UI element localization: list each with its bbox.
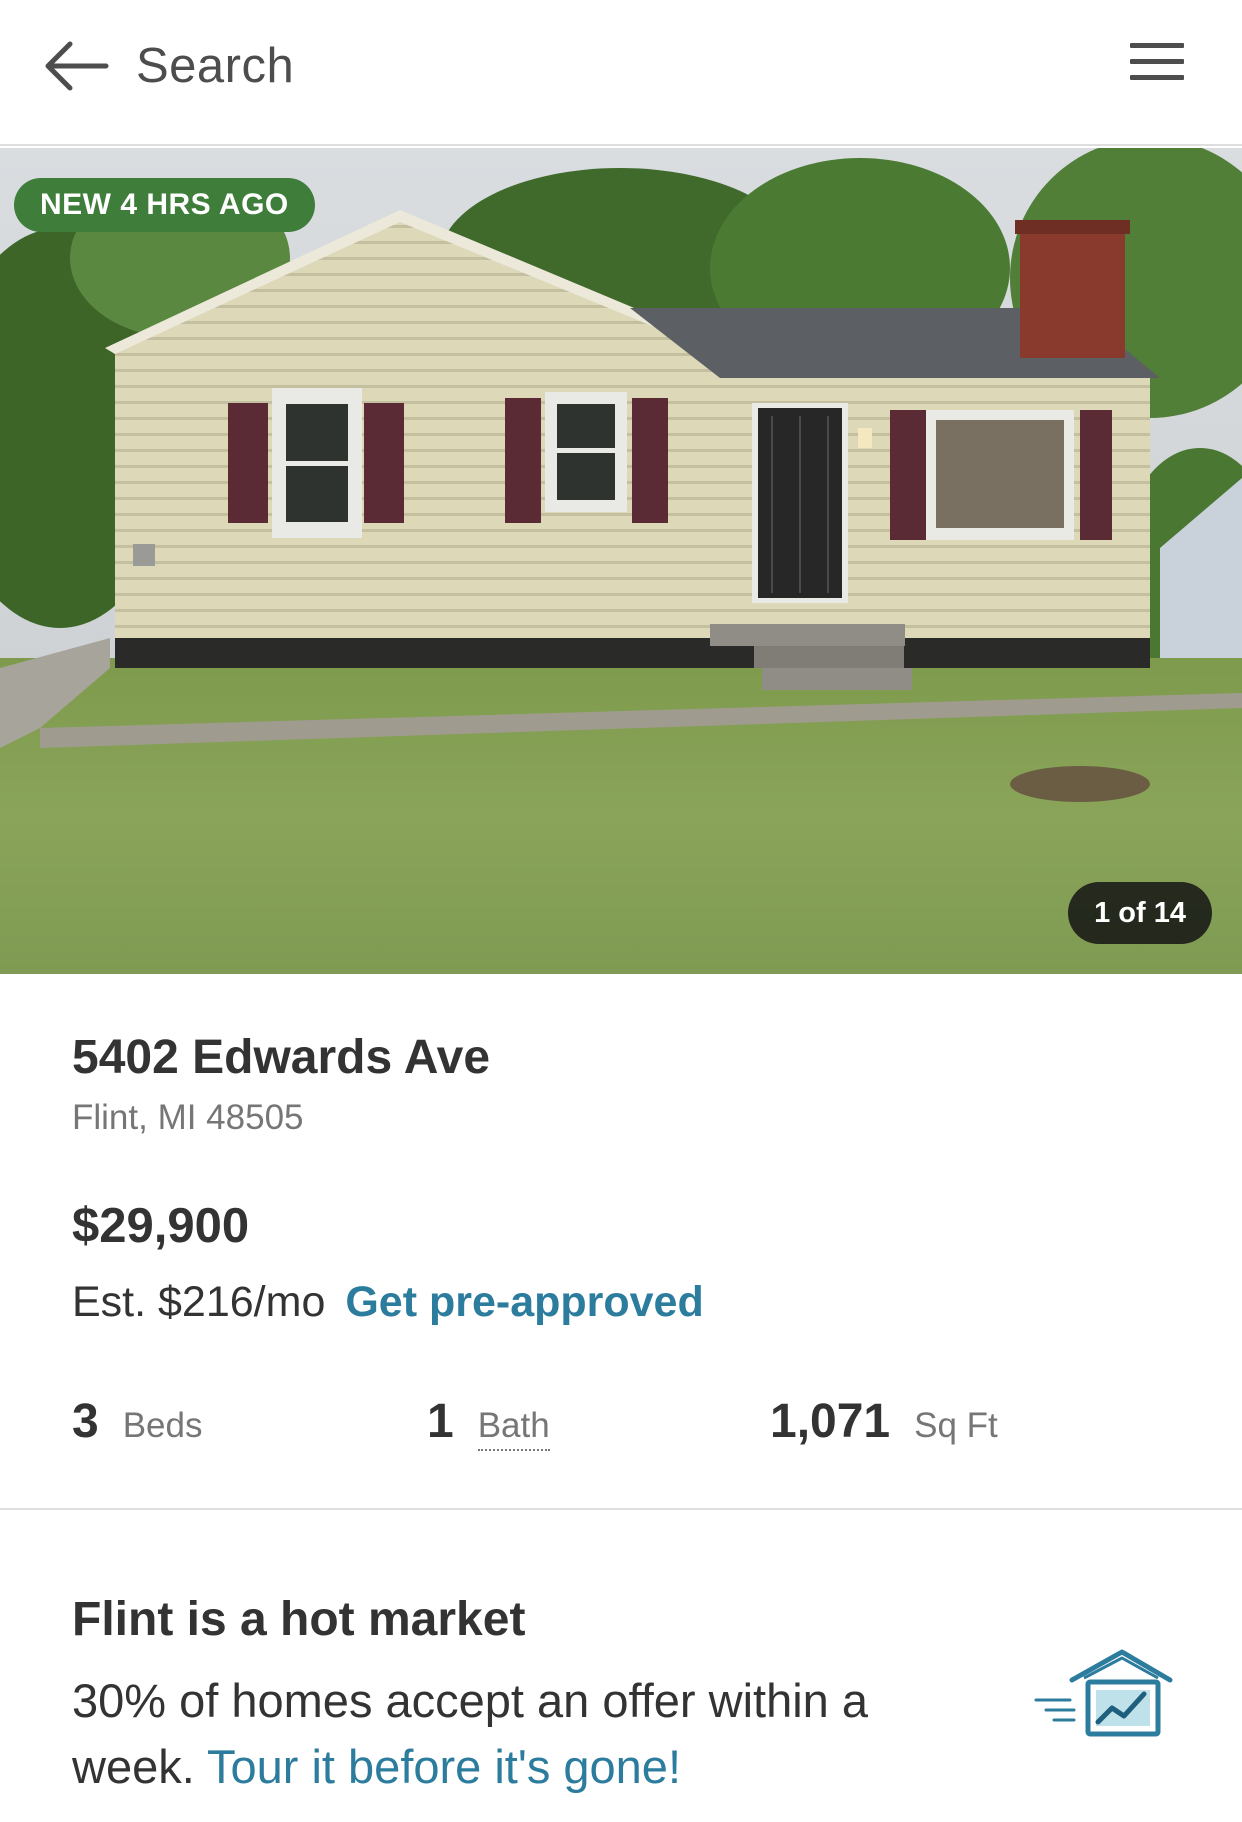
house-trend-icon	[1034, 1648, 1174, 1740]
beds-value: 3	[72, 1395, 99, 1448]
estimated-payment-row: Est. $216/mo Get pre-approved	[72, 1278, 704, 1327]
sqft-label: Sq Ft	[914, 1406, 998, 1445]
baths-stat[interactable]: 1 Bath	[427, 1394, 550, 1451]
sqft-stat: 1,071 Sq Ft	[770, 1394, 998, 1449]
sqft-value: 1,071	[770, 1395, 891, 1448]
hamburger-menu-icon[interactable]	[1128, 40, 1188, 84]
new-listing-badge: NEW 4 HRS AGO	[14, 178, 315, 232]
listing-photo[interactable]: NEW 4 HRS AGO 1 of 14	[0, 148, 1242, 974]
tour-link[interactable]: Tour it before it's gone!	[195, 1740, 681, 1793]
section-divider	[0, 1508, 1242, 1510]
hot-market-title: Flint is a hot market	[72, 1593, 526, 1646]
baths-value: 1	[427, 1395, 454, 1448]
back-to-search-button[interactable]: Search	[40, 26, 294, 106]
get-pre-approved-link[interactable]: Get pre-approved	[345, 1278, 703, 1326]
arrow-left-icon	[40, 36, 110, 96]
back-label: Search	[136, 39, 295, 93]
top-bar: Search	[0, 0, 1242, 146]
listing-price: $29,900	[72, 1199, 250, 1253]
beds-stat: 3 Beds	[72, 1394, 202, 1449]
hot-market-text: 30% of homes accept an offer within a we…	[72, 1668, 972, 1800]
listing-address: 5402 Edwards Ave	[72, 1031, 491, 1084]
house-photo-image	[0, 148, 1242, 974]
estimated-payment: Est. $216/mo	[72, 1278, 326, 1326]
listing-city: Flint, MI 48505	[72, 1098, 304, 1137]
baths-label[interactable]: Bath	[477, 1406, 550, 1451]
beds-label: Beds	[122, 1406, 203, 1445]
photo-counter: 1 of 14	[1068, 882, 1212, 944]
